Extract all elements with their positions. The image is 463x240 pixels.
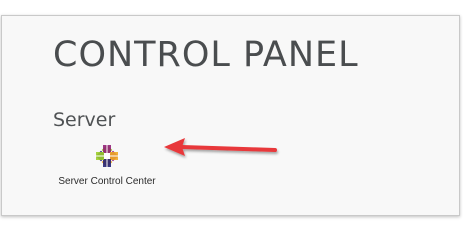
server-control-center-launcher[interactable]: Server Control Center: [52, 142, 162, 188]
red-arrow-annotation: [164, 138, 277, 156]
centos-logo-icon: [95, 144, 119, 168]
section-title-server: Server: [53, 109, 116, 131]
page-title: CONTROL PANEL: [53, 35, 359, 75]
app-label: Server Control Center: [58, 176, 156, 187]
